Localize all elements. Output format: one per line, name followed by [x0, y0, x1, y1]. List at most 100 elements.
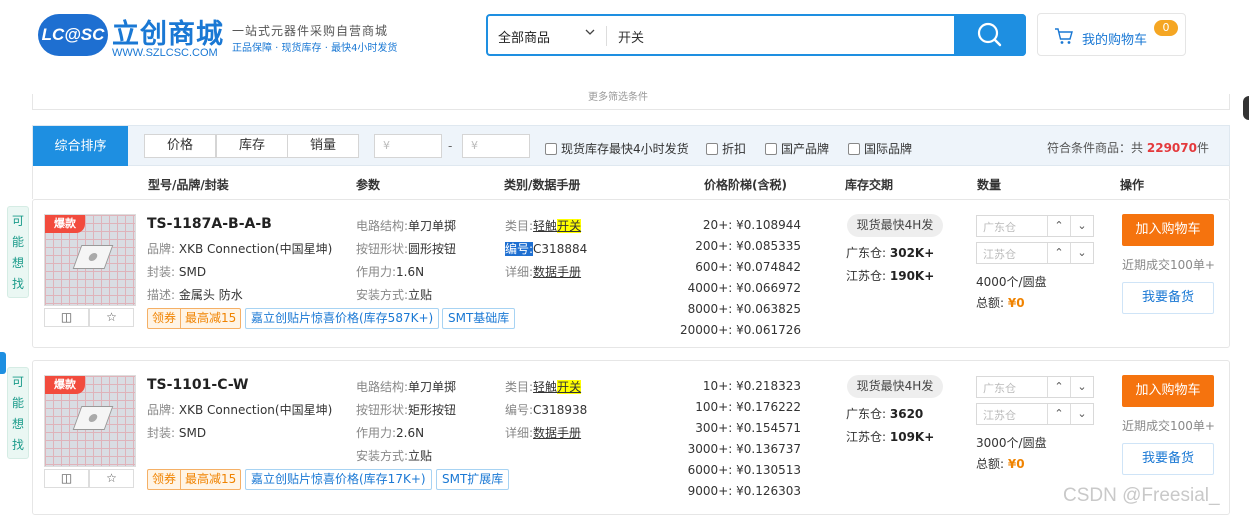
price-range-dash: -	[448, 139, 453, 153]
code-label: 编号:	[505, 403, 534, 417]
param-value: 立贴	[408, 449, 433, 463]
sort-stock-button[interactable]: 库存	[216, 134, 288, 158]
coupon-tag[interactable]: 领券 最高减15	[147, 308, 242, 329]
smt-price-tag[interactable]: 嘉立创贴片惊喜价格(库存17K+)	[245, 469, 432, 490]
price-tier: 8000+: ¥0.063825	[687, 302, 801, 316]
compare-icon[interactable]: ◫	[44, 308, 89, 327]
category-link-highlight[interactable]: 开关	[557, 219, 582, 233]
sum-row: 总额: ¥0	[976, 455, 1025, 472]
compare-icon[interactable]: ◫	[44, 469, 89, 488]
maybe-looking-for-tab[interactable]: 可 能 想 找	[7, 367, 29, 459]
smt-price-tag[interactable]: 嘉立创贴片惊喜价格(库存587K+)	[245, 308, 440, 329]
smt-lib-tag[interactable]: SMT基础库	[442, 308, 516, 329]
product-image[interactable]: 爆款	[44, 214, 136, 306]
prebook-button[interactable]: 我要备货	[1122, 443, 1214, 475]
result-count-suffix: 件	[1196, 141, 1209, 155]
param-row: 作用力:2.6N	[356, 424, 424, 441]
category-row: 类目:轻触开关	[505, 217, 582, 234]
side-label-char: 能	[11, 235, 24, 249]
add-to-cart-button[interactable]: 加入购物车	[1122, 375, 1214, 407]
chevron-down-icon[interactable]	[584, 26, 596, 42]
search-button[interactable]	[954, 14, 1026, 56]
code-row: 编号:C318884	[505, 240, 587, 257]
package-label: 封装:	[147, 426, 176, 440]
quantity-stepper-js[interactable]: 江苏仓 ⌃ ⌄	[976, 403, 1094, 425]
more-filters-bar[interactable]: 更多筛选条件	[32, 92, 1230, 110]
quantity-input[interactable]: 江苏仓	[983, 407, 1016, 423]
search-category-select[interactable]: 全部商品	[498, 27, 550, 46]
datasheet-link[interactable]: 数据手册	[533, 265, 581, 279]
package-value: SMD	[178, 426, 207, 440]
datasheet-link[interactable]: 数据手册	[533, 426, 581, 440]
filter-intl-brand-checkbox[interactable]: 国际品牌	[848, 140, 912, 157]
price-tier: 4000+: ¥0.066972	[687, 281, 801, 295]
quantity-input[interactable]: 江苏仓	[983, 246, 1016, 262]
quantity-stepper-js[interactable]: 江苏仓 ⌃ ⌄	[976, 242, 1094, 264]
side-label-char: 可	[11, 214, 24, 228]
maybe-looking-for-tab[interactable]: 可 能 想 找	[7, 206, 29, 298]
chevron-down-icon[interactable]: ⌄	[1070, 404, 1093, 424]
category-link-highlight[interactable]: 开关	[557, 380, 582, 394]
chevron-down-icon[interactable]: ⌄	[1070, 216, 1093, 236]
filter-fast-shipping-label: 现货库存最快4小时发货	[561, 142, 689, 156]
chevron-down-icon[interactable]: ⌄	[1070, 243, 1093, 263]
price-tier: 6000+: ¥0.130513	[687, 463, 801, 477]
desc-label: 描述:	[147, 288, 176, 302]
param-key: 电路结构:	[356, 219, 409, 233]
sort-tab-default[interactable]: 综合排序	[33, 126, 128, 167]
quantity-input[interactable]: 广东仓	[983, 380, 1016, 396]
quantity-input[interactable]: 广东仓	[983, 219, 1016, 235]
category-link[interactable]: 轻触	[533, 380, 557, 394]
stock-js-value: 109K+	[889, 430, 935, 444]
chevron-up-icon[interactable]: ⌃	[1047, 243, 1070, 263]
product-image[interactable]: 爆款	[44, 375, 136, 467]
package-value: SMD	[178, 265, 207, 279]
prebook-button[interactable]: 我要备货	[1122, 282, 1214, 314]
brand-label: 品牌:	[147, 242, 176, 256]
stock-status-badge: 现货最快4H发	[847, 375, 943, 398]
brand-url: WWW.SZLCSC.COM	[112, 47, 218, 59]
desc-row: 描述: 金属头 防水	[147, 286, 243, 303]
param-value: 矩形按钮	[408, 403, 457, 417]
part-number-link[interactable]: TS-1187A-B-A-B	[147, 216, 272, 232]
add-to-cart-button[interactable]: 加入购物车	[1122, 214, 1214, 246]
cart-button[interactable]: 我的购物车 0	[1037, 13, 1186, 56]
coupon-value: 最高减15	[185, 311, 237, 325]
sort-sales-button[interactable]: 销量	[287, 134, 359, 158]
checkbox-icon	[545, 143, 557, 155]
sort-price-button[interactable]: 价格	[144, 134, 216, 158]
filter-fast-shipping-checkbox[interactable]: 现货库存最快4小时发货	[545, 140, 689, 157]
quantity-stepper-gd[interactable]: 广东仓 ⌃ ⌄	[976, 376, 1094, 398]
search-input[interactable]: 开关	[618, 27, 644, 46]
filter-discount-checkbox[interactable]: 折扣	[706, 140, 746, 157]
coupon-tag[interactable]: 领券 最高减15	[147, 469, 242, 490]
page-scrollbar-thumb[interactable]	[1243, 96, 1249, 120]
param-key: 电路结构:	[356, 380, 409, 394]
chevron-down-icon[interactable]: ⌄	[1070, 377, 1093, 397]
col-price: 价格阶梯(含税)	[704, 178, 787, 192]
site-logo[interactable]: LC@SC	[38, 14, 108, 56]
col-qty: 数量	[977, 178, 1002, 192]
favorite-star-icon[interactable]: ☆	[89, 308, 134, 327]
favorite-star-icon[interactable]: ☆	[89, 469, 134, 488]
price-to-input[interactable]: ¥	[462, 134, 530, 158]
price-from-input[interactable]: ¥	[374, 134, 442, 158]
chevron-up-icon[interactable]: ⌃	[1047, 216, 1070, 236]
code-value: C318884	[533, 242, 588, 256]
smt-lib-tag[interactable]: SMT扩展库	[436, 469, 510, 490]
part-number-link[interactable]: TS-1101-C-W	[147, 377, 248, 393]
checkbox-icon	[848, 143, 860, 155]
site-header: LC@SC 立创商城 WWW.SZLCSC.COM 一站式元器件采购自营商城 正…	[0, 0, 1249, 94]
brand-row: 品牌: XKB Connection(中国星坤)	[147, 401, 332, 418]
category-link[interactable]: 轻触	[533, 219, 557, 233]
filter-domestic-brand-checkbox[interactable]: 国产品牌	[765, 140, 829, 157]
table-header: 型号/品牌/封装 参数 类别/数据手册 价格阶梯(含税) 库存交期 数量 操作	[32, 166, 1230, 199]
quantity-stepper-gd[interactable]: 广东仓 ⌃ ⌄	[976, 215, 1094, 237]
chevron-up-icon[interactable]: ⌃	[1047, 377, 1070, 397]
chevron-up-icon[interactable]: ⌃	[1047, 404, 1070, 424]
sum-label: 总额:	[976, 457, 1005, 471]
pack-info: 4000个/圆盘	[976, 275, 1047, 289]
price-tier: 300+: ¥0.154571	[695, 421, 801, 435]
param-key: 按钮形状:	[356, 403, 409, 417]
side-label-char: 想	[11, 256, 24, 270]
